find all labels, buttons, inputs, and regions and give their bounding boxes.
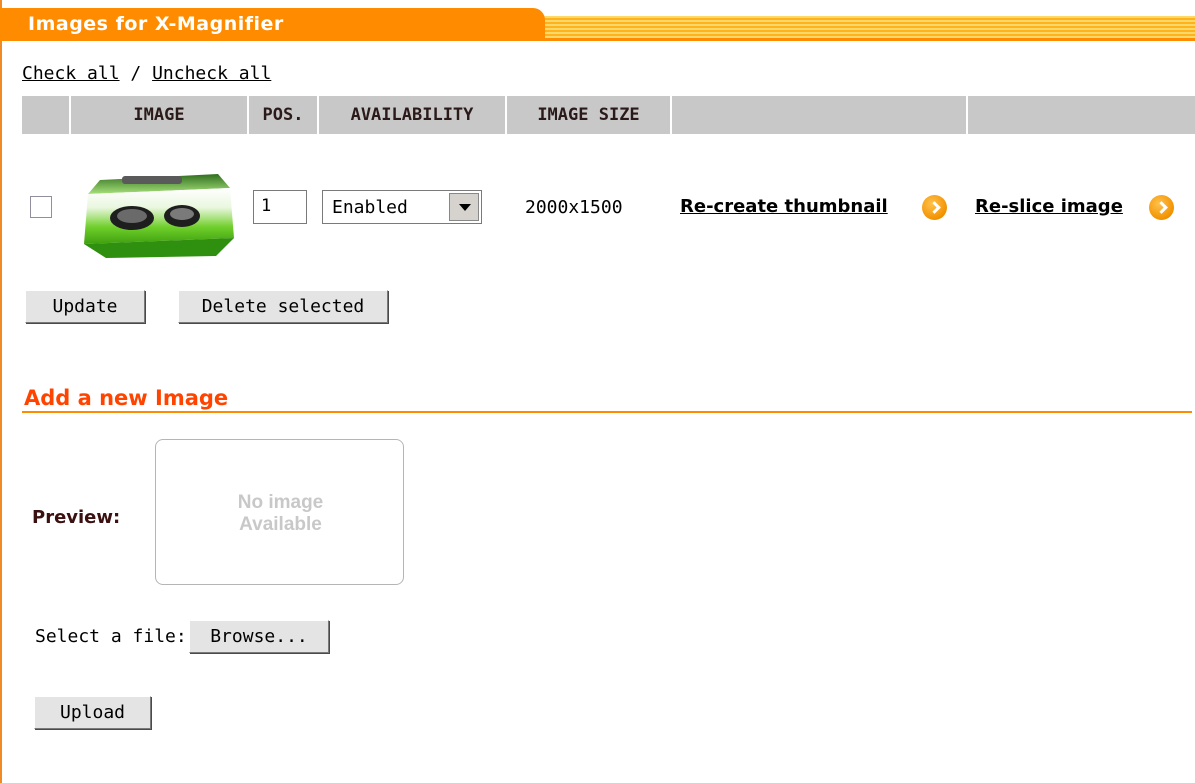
- column-header-image-size: IMAGE SIZE: [537, 105, 640, 125]
- position-input[interactable]: 1: [253, 190, 307, 224]
- column-header-recreate: [672, 96, 966, 134]
- check-links: Check all / Uncheck all: [22, 63, 271, 84]
- panel-title: Images for X-Magnifier: [28, 13, 284, 35]
- column-header-select: [22, 96, 69, 134]
- upload-button[interactable]: Upload: [34, 696, 151, 729]
- header-tab: Images for X-Magnifier: [0, 8, 545, 40]
- column-header-pos: POS.: [262, 105, 304, 125]
- no-image-placeholder: No image Available: [156, 492, 405, 536]
- availability-value: Enabled: [332, 197, 408, 218]
- no-image-line-2: Available: [239, 514, 322, 535]
- delete-selected-button[interactable]: Delete selected: [178, 290, 388, 323]
- preview-label: Preview:: [32, 507, 121, 528]
- dropdown-button[interactable]: [449, 193, 479, 221]
- column-header-availability: AVAILABILITY: [350, 105, 474, 125]
- image-preview: No image Available: [155, 439, 404, 585]
- section-divider: [22, 411, 1192, 413]
- row-select-checkbox[interactable]: [30, 196, 52, 218]
- browse-button[interactable]: Browse...: [189, 620, 329, 653]
- panel-header: Images for X-Magnifier: [0, 8, 1195, 41]
- product-thumbnail-green-cube-icon: [84, 174, 234, 258]
- select-file-label: Select a file:: [35, 626, 187, 647]
- section-title: Add a new Image: [24, 386, 229, 410]
- table-header: IMAGE POS. AVAILABILITY IMAGE SIZE: [22, 96, 1195, 134]
- recreate-thumbnail-link[interactable]: Re-create thumbnail: [680, 196, 888, 217]
- uncheck-all-link[interactable]: Uncheck all: [152, 63, 271, 84]
- arrow-right-icon[interactable]: [1149, 195, 1174, 220]
- check-links-separator: /: [130, 63, 142, 84]
- arrow-right-icon[interactable]: [922, 195, 947, 220]
- header-stripes: [530, 16, 1195, 40]
- column-header-image: IMAGE: [133, 105, 185, 125]
- no-image-line-1: No image: [237, 492, 324, 513]
- availability-select[interactable]: Enabled: [322, 190, 482, 224]
- header-underline: [0, 38, 1195, 41]
- reslice-image-link[interactable]: Re-slice image: [975, 196, 1123, 217]
- check-all-link[interactable]: Check all: [22, 63, 120, 84]
- image-size-value: 2000x1500: [525, 197, 623, 218]
- column-header-reslice: [968, 96, 1195, 134]
- update-button[interactable]: Update: [25, 290, 145, 323]
- chevron-down-icon: [459, 204, 471, 211]
